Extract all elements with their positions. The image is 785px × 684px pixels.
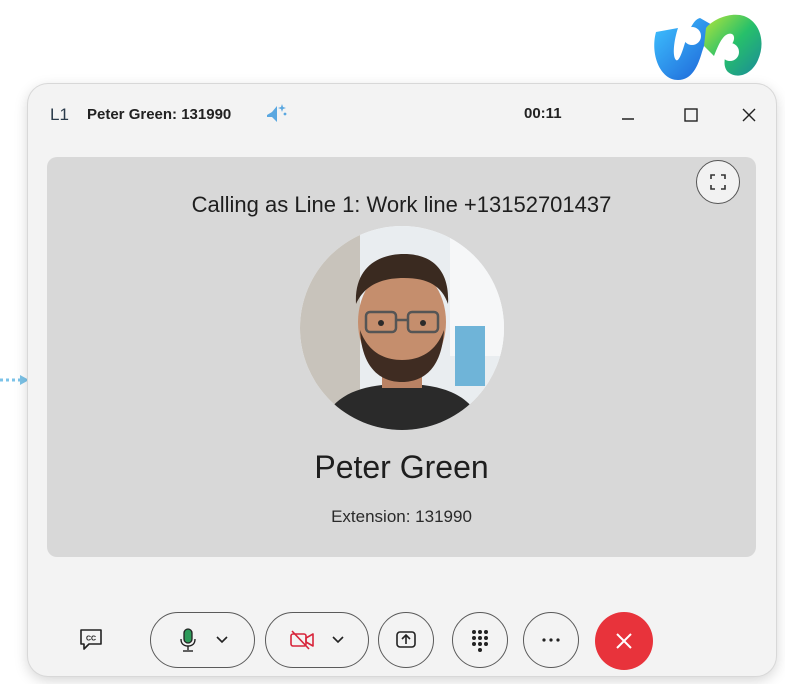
microphone-icon xyxy=(179,628,196,652)
closed-captions-icon: CC xyxy=(80,629,102,650)
call-window: L1 Peter Green: 131990 00:11 Calling as … xyxy=(28,84,776,676)
title-bar[interactable]: L1 Peter Green: 131990 00:11 xyxy=(28,84,776,144)
connector-arrow-icon xyxy=(0,375,29,385)
microphone-button[interactable] xyxy=(150,612,255,668)
close-icon xyxy=(742,108,756,122)
avatar-photo xyxy=(300,226,504,430)
maximize-icon xyxy=(684,108,698,122)
end-call-icon xyxy=(616,633,632,649)
chevron-down-icon xyxy=(332,636,344,644)
webex-logo-icon xyxy=(654,14,762,80)
keypad-icon xyxy=(472,630,488,652)
minimize-icon xyxy=(622,118,634,120)
call-controls-bar: CC xyxy=(28,612,776,672)
video-button[interactable] xyxy=(265,612,369,668)
contact-name: Peter Green xyxy=(314,449,489,485)
svg-text:CC: CC xyxy=(86,636,96,643)
video-off-icon xyxy=(290,630,314,650)
call-timer: 00:11 xyxy=(524,105,562,122)
line-tag: L1 xyxy=(50,105,69,124)
calling-as-label: Calling as Line 1: Work line +1315270143… xyxy=(191,192,612,217)
fullscreen-icon xyxy=(710,174,726,190)
maximize-button[interactable] xyxy=(674,98,708,132)
end-call-button[interactable] xyxy=(595,612,653,670)
ai-sparkle-icon[interactable] xyxy=(265,102,289,124)
close-window-button[interactable] xyxy=(732,98,766,132)
call-title: Peter Green: 131990 xyxy=(87,106,232,123)
keypad-button[interactable] xyxy=(452,612,508,668)
contact-avatar xyxy=(300,226,504,430)
more-options-button[interactable] xyxy=(523,612,579,668)
share-screen-button[interactable] xyxy=(378,612,434,668)
call-stage: Calling as Line 1: Work line +1315270143… xyxy=(47,157,756,557)
contact-extension: Extension: 131990 xyxy=(331,507,472,526)
closed-captions-button[interactable]: CC xyxy=(76,624,106,654)
share-screen-icon xyxy=(396,631,416,648)
more-options-icon xyxy=(542,638,560,642)
chevron-down-icon xyxy=(215,636,228,644)
minimize-button[interactable] xyxy=(611,98,645,132)
